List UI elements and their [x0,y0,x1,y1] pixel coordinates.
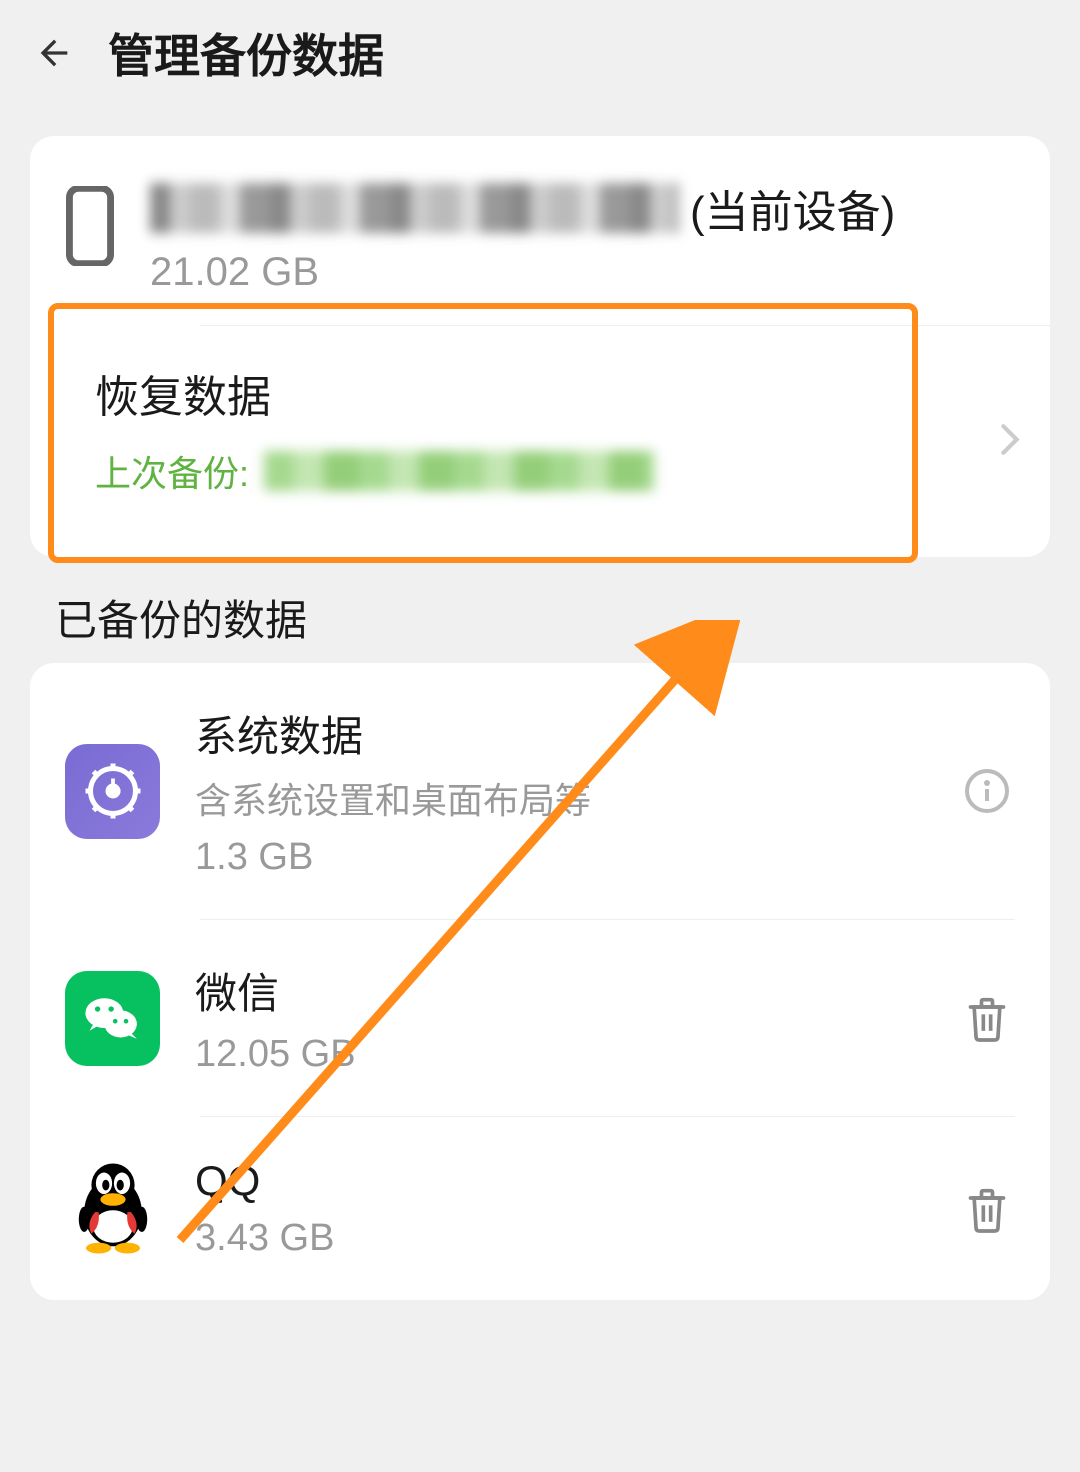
phone-icon [65,186,115,271]
app-size: 3.43 GB [195,1217,924,1260]
backup-apps-list: 系统数据 含系统设置和桌面布局等 1.3 GB [30,663,1050,1300]
device-name-redacted [150,183,680,233]
last-backup-label: 上次备份: [95,445,249,497]
last-backup-date-redacted [264,451,654,491]
restore-subtitle: 上次备份: [95,445,990,497]
back-button[interactable] [30,29,78,77]
app-row-wechat[interactable]: 微信 12.05 GB [30,920,1050,1116]
app-title: 微信 [195,960,924,1021]
device-suffix: (当前设备) [690,176,895,240]
device-card: (当前设备) 21.02 GB 恢复数据 上次备份: [30,136,1050,557]
page-title: 管理备份数据 [108,20,384,86]
info-icon [963,767,1011,815]
chevron-right-icon [1000,421,1020,462]
app-size: 1.3 GB [195,836,924,879]
delete-button[interactable] [959,990,1015,1046]
delete-button[interactable] [959,1181,1015,1237]
app-title: 系统数据 [195,703,924,764]
arrow-left-icon [34,33,74,73]
trash-icon [965,994,1009,1042]
device-size: 21.02 GB [150,250,1000,295]
app-title: QQ [195,1157,924,1205]
app-desc: 含系统设置和桌面布局等 [195,772,924,824]
device-row[interactable]: (当前设备) 21.02 GB [30,136,1050,325]
app-size: 12.05 GB [195,1033,924,1076]
app-row-qq[interactable]: QQ 3.43 GB [30,1117,1050,1300]
info-button[interactable] [959,763,1015,819]
section-title: 已备份的数据 [55,587,1030,648]
qq-app-icon [65,1161,160,1256]
app-row-system[interactable]: 系统数据 含系统设置和桌面布局等 1.3 GB [30,663,1050,919]
settings-app-icon [65,744,160,839]
header: 管理备份数据 [0,0,1080,106]
wechat-app-icon [65,971,160,1066]
trash-icon [965,1185,1009,1233]
restore-row[interactable]: 恢复数据 上次备份: [200,325,1050,557]
restore-title: 恢复数据 [95,361,990,425]
